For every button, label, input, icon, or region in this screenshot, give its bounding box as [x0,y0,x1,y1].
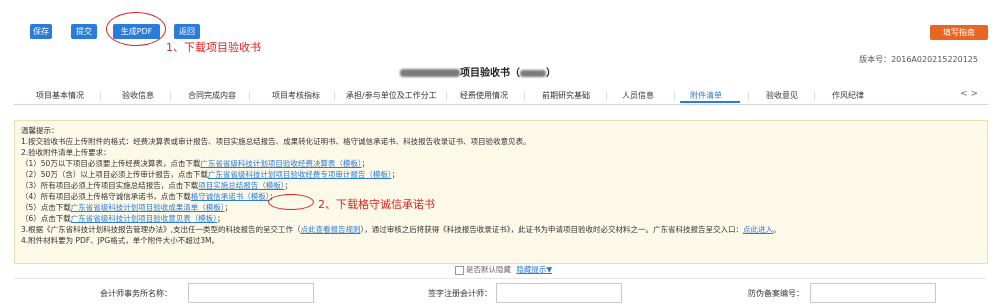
default-hide-label: 是否默认隐藏 [466,265,511,274]
tab-assessment-indicators[interactable]: 项目考核指标 [272,90,320,101]
tab-divider [814,91,815,101]
version-number: 版本号：2016A020215220125 [859,55,978,64]
submit-button[interactable]: 提交 [71,24,97,39]
certified-accountant-input[interactable] [496,283,622,303]
tab-divider [170,91,171,101]
notice-line-8: （6）点击下载广东省省级科技计划项目验收意见表（模板）； [21,214,225,223]
tab-acceptance-opinion[interactable]: 验收意见 [766,90,798,101]
notice-line-3-text: （1）50万以下项目必须要上传经费决算表，点击下载 [21,159,201,168]
active-tab-indicator [680,101,740,103]
tab-prior-research[interactable]: 前期研究基础 [542,90,590,101]
notice-line-6-text: （4）所有项目必须上传格守诚信承诺书，点击下载 [21,192,191,201]
title-close: ） [546,68,556,79]
notice-line-7: （5）点击下载广东省省级科技计划项目验收成果清单（模板）； [21,203,232,212]
download-budget-template-link[interactable]: 广东省省级科技计划项目验收经费决算表（模板） [200,159,361,168]
default-hide-checkbox[interactable] [455,265,464,275]
annotation-step2: 2、下载格守诚信承诺书 [318,198,435,211]
notice-line-8-end: ； [217,214,225,223]
notice-line-4: （2）50万（含）以上项目必须上传审计报告，点击下载广东省省级科技计划项目验收经… [21,170,399,179]
tab-divider [446,91,447,101]
fill-guide-button[interactable]: 填写指南 [930,25,988,40]
annotation-circle-pdf [106,12,166,46]
notice-panel: 温馨提示： 1.按交验收书应上传附件的格式：经费决算表或审计报告、项目实施总结报… [14,120,988,264]
report-rules-link[interactable]: 点此查看报告规则 [301,225,361,234]
anti-fake-code-input[interactable] [810,283,936,303]
download-audit-report-template-link[interactable]: 广东省省级科技计划项目验收经费专项审计报告（模板） [208,170,392,179]
tab-divider [674,91,675,101]
notice-line-6: （4）所有项目必须上传格守诚信承诺书，点击下载格守诚信承诺书（模板）； [21,192,277,201]
title-text: 项目验收书（ [460,68,520,79]
tab-divider [100,91,101,101]
accounting-firm-input[interactable] [188,283,314,303]
notice-line-3-end: ； [361,159,370,168]
anti-fake-code-label: 防伪备案编号： [748,289,804,298]
redacted-project-name [400,69,460,77]
notice-line-9-text: 3.根据《广东省科技计划科技报告管理办法》,支出任一类型的科技报告的呈交工作（ [21,225,301,234]
tab-contract-content[interactable]: 合同完成内容 [188,90,236,101]
tab-divider [249,91,250,101]
tab-bar: 项目基本情况 验收信息 合同完成内容 项目考核指标 承担/参与单位及工作分工 经… [14,88,988,105]
notice-line-10: 4.附件材料要为 PDF、JPG格式，单个附件大小不超过3M。 [21,236,219,245]
notice-line-9-middle: ），通过审核之后将获得《科技报告收录证书》，此证书为申请项目验收时必交材料之一。… [360,225,744,234]
tab-divider [606,91,607,101]
tab-participating-units[interactable]: 承担/参与单位及工作分工 [346,90,437,101]
notice-line-9-end: 。 [773,225,781,234]
save-button[interactable]: 保存 [30,24,52,39]
download-opinion-form-template-link[interactable]: 广东省省级科技计划项目验收意见表（模板） [71,214,217,223]
redacted-project-code [520,69,546,77]
report-entry-link[interactable]: 点此进入 [743,225,773,234]
page: 保存 提交 生成PDF 返回 填写指南 1、下载项目验收书 版本号：2016A0… [0,0,1000,308]
tab-project-basics[interactable]: 项目基本情况 [36,90,84,101]
tab-work-discipline[interactable]: 作风纪律 [832,90,864,101]
notice-line-1: 1.按交验收书应上传附件的格式：经费决算表或审计报告、项目实施总结报告、成果转化… [21,137,531,146]
notice-heading: 温馨提示： [21,126,59,135]
accounting-firm-label: 会计师事务所名称： [100,289,172,298]
annotation-circle-pledge [268,194,314,210]
annotation-step1: 1、下载项目验收书 [166,41,261,54]
notice-line-7-text: （5）点击下载 [21,203,71,212]
notice-line-4-text: （2）50万（含）以上项目必须上传审计报告，点击下载 [21,170,208,179]
notice-line-7-end: ； [224,203,233,212]
notice-line-3: （1）50万以下项目必须要上传经费决算表，点击下载广东省省级科技计划项目验收经费… [21,159,369,168]
page-title: 项目验收书（ ） [400,64,556,79]
tab-divider [524,91,525,101]
back-button[interactable]: 返回 [174,24,200,39]
notice-line-2: 2.验收附件清单上传要求： [21,148,111,157]
hide-tips-toggle[interactable]: 隐藏提示▼ [516,265,552,274]
tab-acceptance-info[interactable]: 验收信息 [122,90,154,101]
download-summary-report-template-link[interactable]: 项目实施总结报告（模板） [198,181,284,190]
audit-info-form: 会计师事务所名称： 签字注册会计师： 防伪备案编号： [14,278,986,305]
download-integrity-pledge-template-link[interactable]: 格守诚信承诺书（模板） [191,192,270,201]
tab-divider [334,91,335,101]
download-results-list-template-link[interactable]: 广东省省级科技计划项目验收成果清单（模板） [71,203,225,212]
tab-personnel[interactable]: 人员信息 [622,90,654,101]
notice-line-5-end: ； [284,181,293,190]
tab-funding-usage[interactable]: 经费使用情况 [460,90,508,101]
notice-line-8-text: （6）点击下载 [21,214,71,223]
notice-line-9: 3.根据《广东省科技计划科技报告管理办法》,支出任一类型的科技报告的呈交工作（点… [21,225,781,234]
notice-line-5-text: （3）所有项目必须上传项目实施总结报告，点击下载 [21,181,199,190]
notice-line-5: （3）所有项目必须上传项目实施总结报告，点击下载项目实施总结报告（模板）； [21,181,292,190]
notice-line-4-end: ； [391,170,400,179]
tab-scroll-arrows[interactable]: < > [960,89,978,99]
tab-attachments[interactable]: 附件清单 [690,90,722,101]
certified-accountant-label: 签字注册会计师： [428,289,492,298]
tab-divider [748,91,749,101]
hide-tips-row: 是否默认隐藏 隐藏提示▼ [455,264,552,275]
